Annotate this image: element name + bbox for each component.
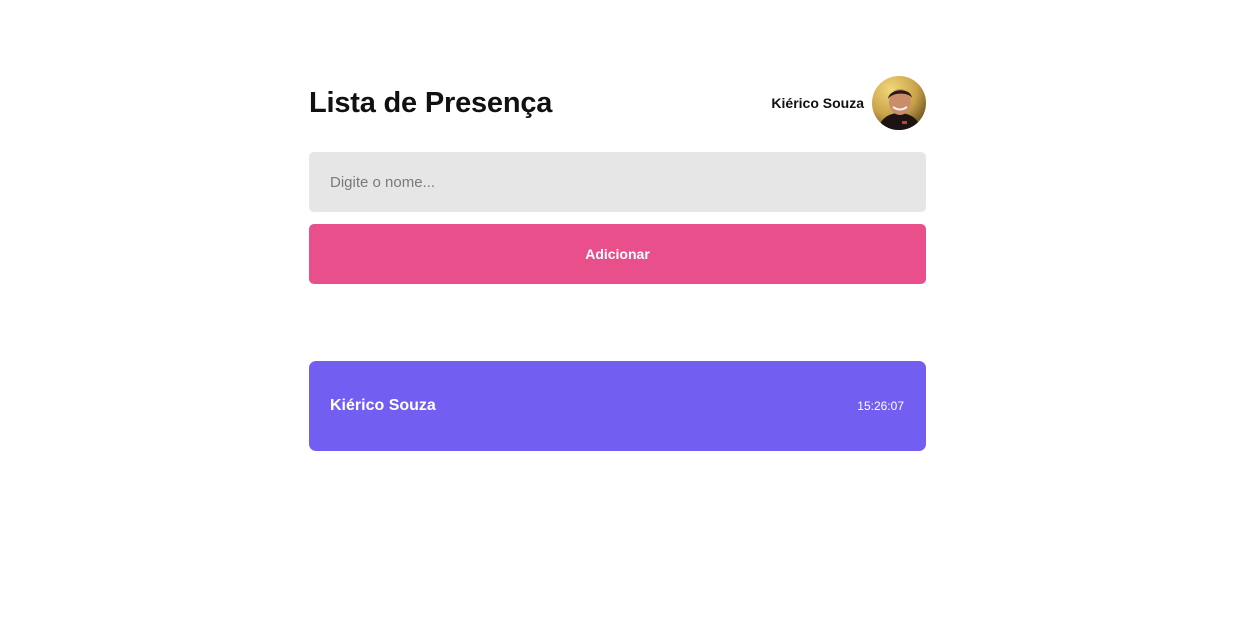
user-profile: Kiérico Souza (771, 76, 926, 130)
add-button[interactable]: Adicionar (309, 224, 926, 284)
user-name: Kiérico Souza (771, 95, 864, 111)
page-title: Lista de Presença (309, 86, 553, 119)
name-input[interactable] (309, 152, 926, 212)
attendance-card: Kiérico Souza 15:26:07 (309, 361, 926, 451)
attendance-list: Kiérico Souza 15:26:07 (309, 361, 926, 451)
attendee-name: Kiérico Souza (330, 397, 436, 414)
attendance-time: 15:26:07 (857, 399, 904, 413)
avatar (872, 76, 926, 130)
app-container: Lista de Presença Kiérico Souza Digite o… (309, 76, 926, 451)
page-header: Lista de Presença Kiérico Souza (309, 76, 926, 130)
